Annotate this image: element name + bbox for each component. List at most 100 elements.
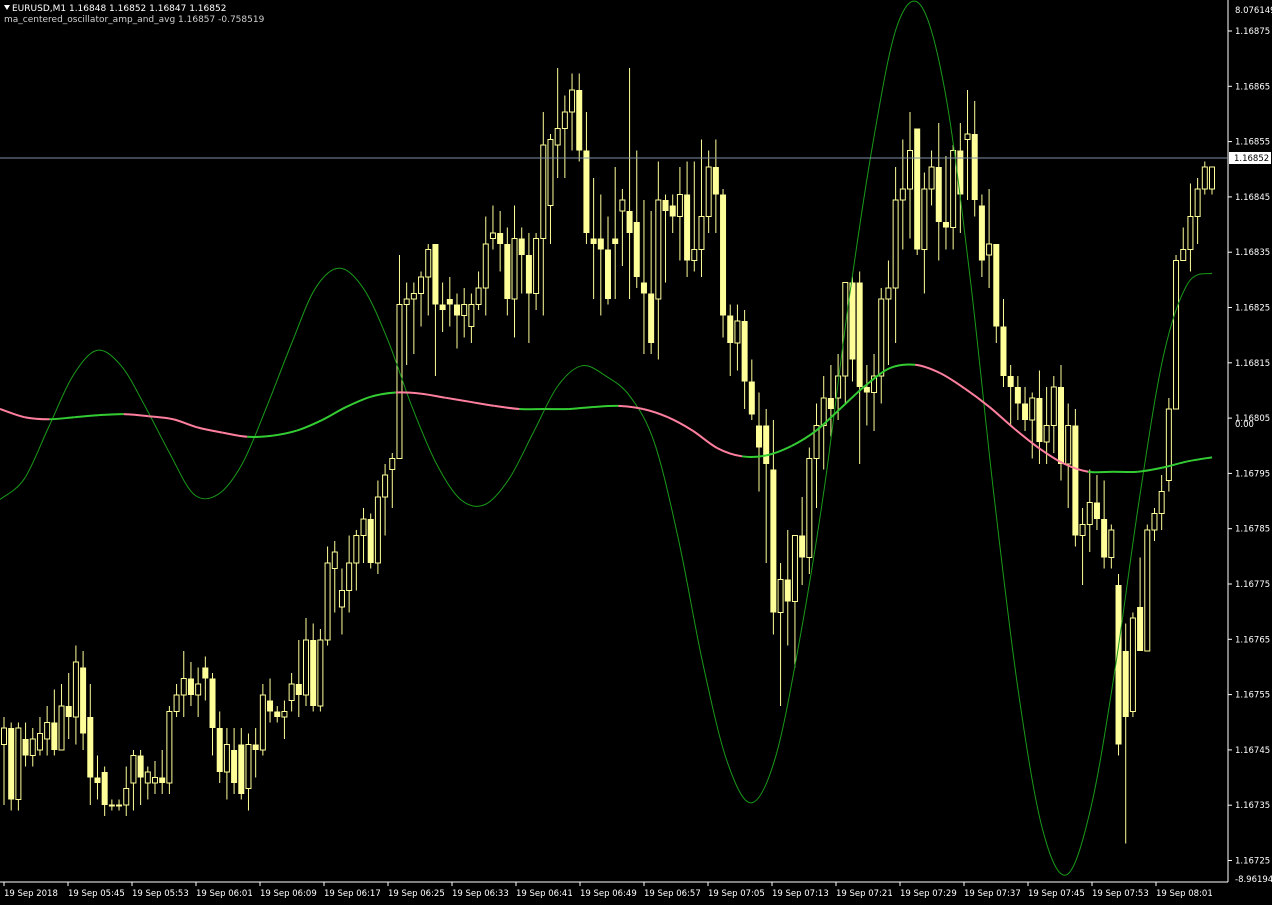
candle-body-bear xyxy=(51,722,58,750)
candle-body-bull xyxy=(1079,524,1086,536)
candle-body-bear xyxy=(799,535,806,558)
candle-body-bull xyxy=(1158,491,1165,514)
candle-body-bull xyxy=(554,128,561,146)
candle-body-bull xyxy=(921,188,928,250)
oscillator-avg-rising xyxy=(98,413,124,417)
oscillator-avg-rising xyxy=(593,404,619,408)
candle-body-bear xyxy=(1072,425,1079,536)
candle xyxy=(8,722,15,811)
candle-body-bear xyxy=(727,315,734,343)
time-label: 19 Sep 07:05 xyxy=(708,889,765,899)
time-label: 19 Sep 06:33 xyxy=(452,889,509,899)
candle-body-bear xyxy=(101,772,108,805)
current-price-label: 1.16852 xyxy=(1234,154,1269,164)
candle-body-bull xyxy=(29,738,36,756)
price-label: 1.16745 xyxy=(1235,746,1270,756)
candle-body-bear xyxy=(1000,326,1007,376)
candle-body-bear xyxy=(978,205,985,261)
time-label: 19 Sep 07:29 xyxy=(900,889,957,899)
candle-body-bear xyxy=(1115,585,1122,745)
candle-body-bear xyxy=(957,150,964,195)
candle-body-bull xyxy=(1173,260,1180,410)
candle-body-bear xyxy=(439,304,446,310)
chart-window[interactable]: 1.16875 1.16865 1.16855 1.16845 1.16835 1.168… xyxy=(0,0,1272,905)
candle-body-bull xyxy=(1086,502,1093,525)
candle-body-bull xyxy=(331,551,338,569)
candle xyxy=(806,447,813,574)
candle xyxy=(1165,398,1172,492)
candle-body-bear xyxy=(1101,519,1108,558)
candle-body-bull xyxy=(928,166,935,190)
candle-body-bull xyxy=(461,304,468,316)
candle-body-bear xyxy=(856,282,863,387)
candle-body-bull xyxy=(72,661,79,718)
candle-body-bull xyxy=(338,590,345,608)
candle-body-bull xyxy=(489,232,496,239)
chart-background xyxy=(0,0,1272,905)
candle-body-bear xyxy=(935,167,942,222)
time-label: 19 Sep 06:57 xyxy=(644,889,701,899)
dropdown-triangle-icon[interactable] xyxy=(4,5,10,10)
candle-body-bull xyxy=(1187,216,1194,250)
candle-body-bear xyxy=(756,425,762,448)
candle xyxy=(1072,409,1079,547)
candle-body-bull xyxy=(899,188,906,201)
candle-body-bear xyxy=(80,667,87,734)
price-label: 1.16865 xyxy=(1235,82,1270,92)
candle-body-bear xyxy=(942,222,949,228)
candle-body-bear xyxy=(662,200,669,211)
candle-body-bull xyxy=(986,243,993,256)
candle-body-bull xyxy=(418,276,425,294)
candle-body-bear xyxy=(1007,376,1014,387)
candle-body-bear xyxy=(993,244,1000,327)
candle-body-bear xyxy=(1122,651,1129,717)
candle-body-bear xyxy=(159,777,166,783)
indicator-title: ma_centered_oscillator_amp_and_avg 1.168… xyxy=(4,15,265,25)
price-label: 1.16825 xyxy=(1235,304,1270,314)
time-label: 19 Sep 06:49 xyxy=(580,889,637,899)
candle-body-bull xyxy=(173,694,180,712)
candle-body-bear xyxy=(216,728,223,772)
candle xyxy=(1129,612,1136,717)
candle-body-bear xyxy=(87,717,94,778)
candle-body-bull xyxy=(475,287,482,305)
candle-body-bull xyxy=(36,733,43,751)
price-chart[interactable]: 1.16875 1.16865 1.16855 1.16845 1.16835 1.168… xyxy=(0,0,1272,905)
time-label: 19 Sep 07:37 xyxy=(964,889,1021,899)
time-label: 19 Sep 06:17 xyxy=(324,889,381,899)
candle-body-bear xyxy=(518,238,525,255)
candle-body-bull xyxy=(705,166,712,217)
time-label: 19 Sep 07:21 xyxy=(836,889,893,899)
candle-body-bull xyxy=(734,320,741,344)
candle-body-bear xyxy=(209,678,216,728)
candle-body-bull xyxy=(58,705,65,751)
candle-body-bear xyxy=(971,134,978,200)
candle-body-bear xyxy=(597,238,604,250)
candle-body-bull xyxy=(1180,249,1187,261)
candle-body-bear xyxy=(684,194,691,261)
candle-body-bear xyxy=(367,519,374,563)
candle-body-bear xyxy=(267,700,274,712)
osc-bottom-label: -8.961947 xyxy=(1235,875,1272,885)
candle-body-bear xyxy=(22,739,29,756)
candle-body-bull xyxy=(360,518,367,536)
candle-body-bull xyxy=(1201,166,1208,190)
price-label: 1.16835 xyxy=(1235,248,1270,258)
candle xyxy=(914,128,921,255)
candle-body-bull xyxy=(403,298,410,305)
candle-body-bull xyxy=(123,788,130,806)
candle-body-bear xyxy=(274,711,281,717)
candle-body-bear xyxy=(497,233,504,244)
candle-body-bull xyxy=(1050,386,1057,426)
candle-body-bear xyxy=(137,755,144,778)
candle-body-bear xyxy=(187,678,194,695)
candle-body-bull xyxy=(1129,617,1136,712)
candle-body-bear xyxy=(712,167,719,195)
candle-body-bull xyxy=(791,535,798,602)
candle-body-bull xyxy=(482,243,489,289)
candle-body-bull xyxy=(245,744,252,789)
candle-body-bull xyxy=(964,133,971,140)
candle xyxy=(367,513,374,569)
oscillator-avg-falling xyxy=(395,391,421,395)
candle-body-bear xyxy=(310,640,317,706)
